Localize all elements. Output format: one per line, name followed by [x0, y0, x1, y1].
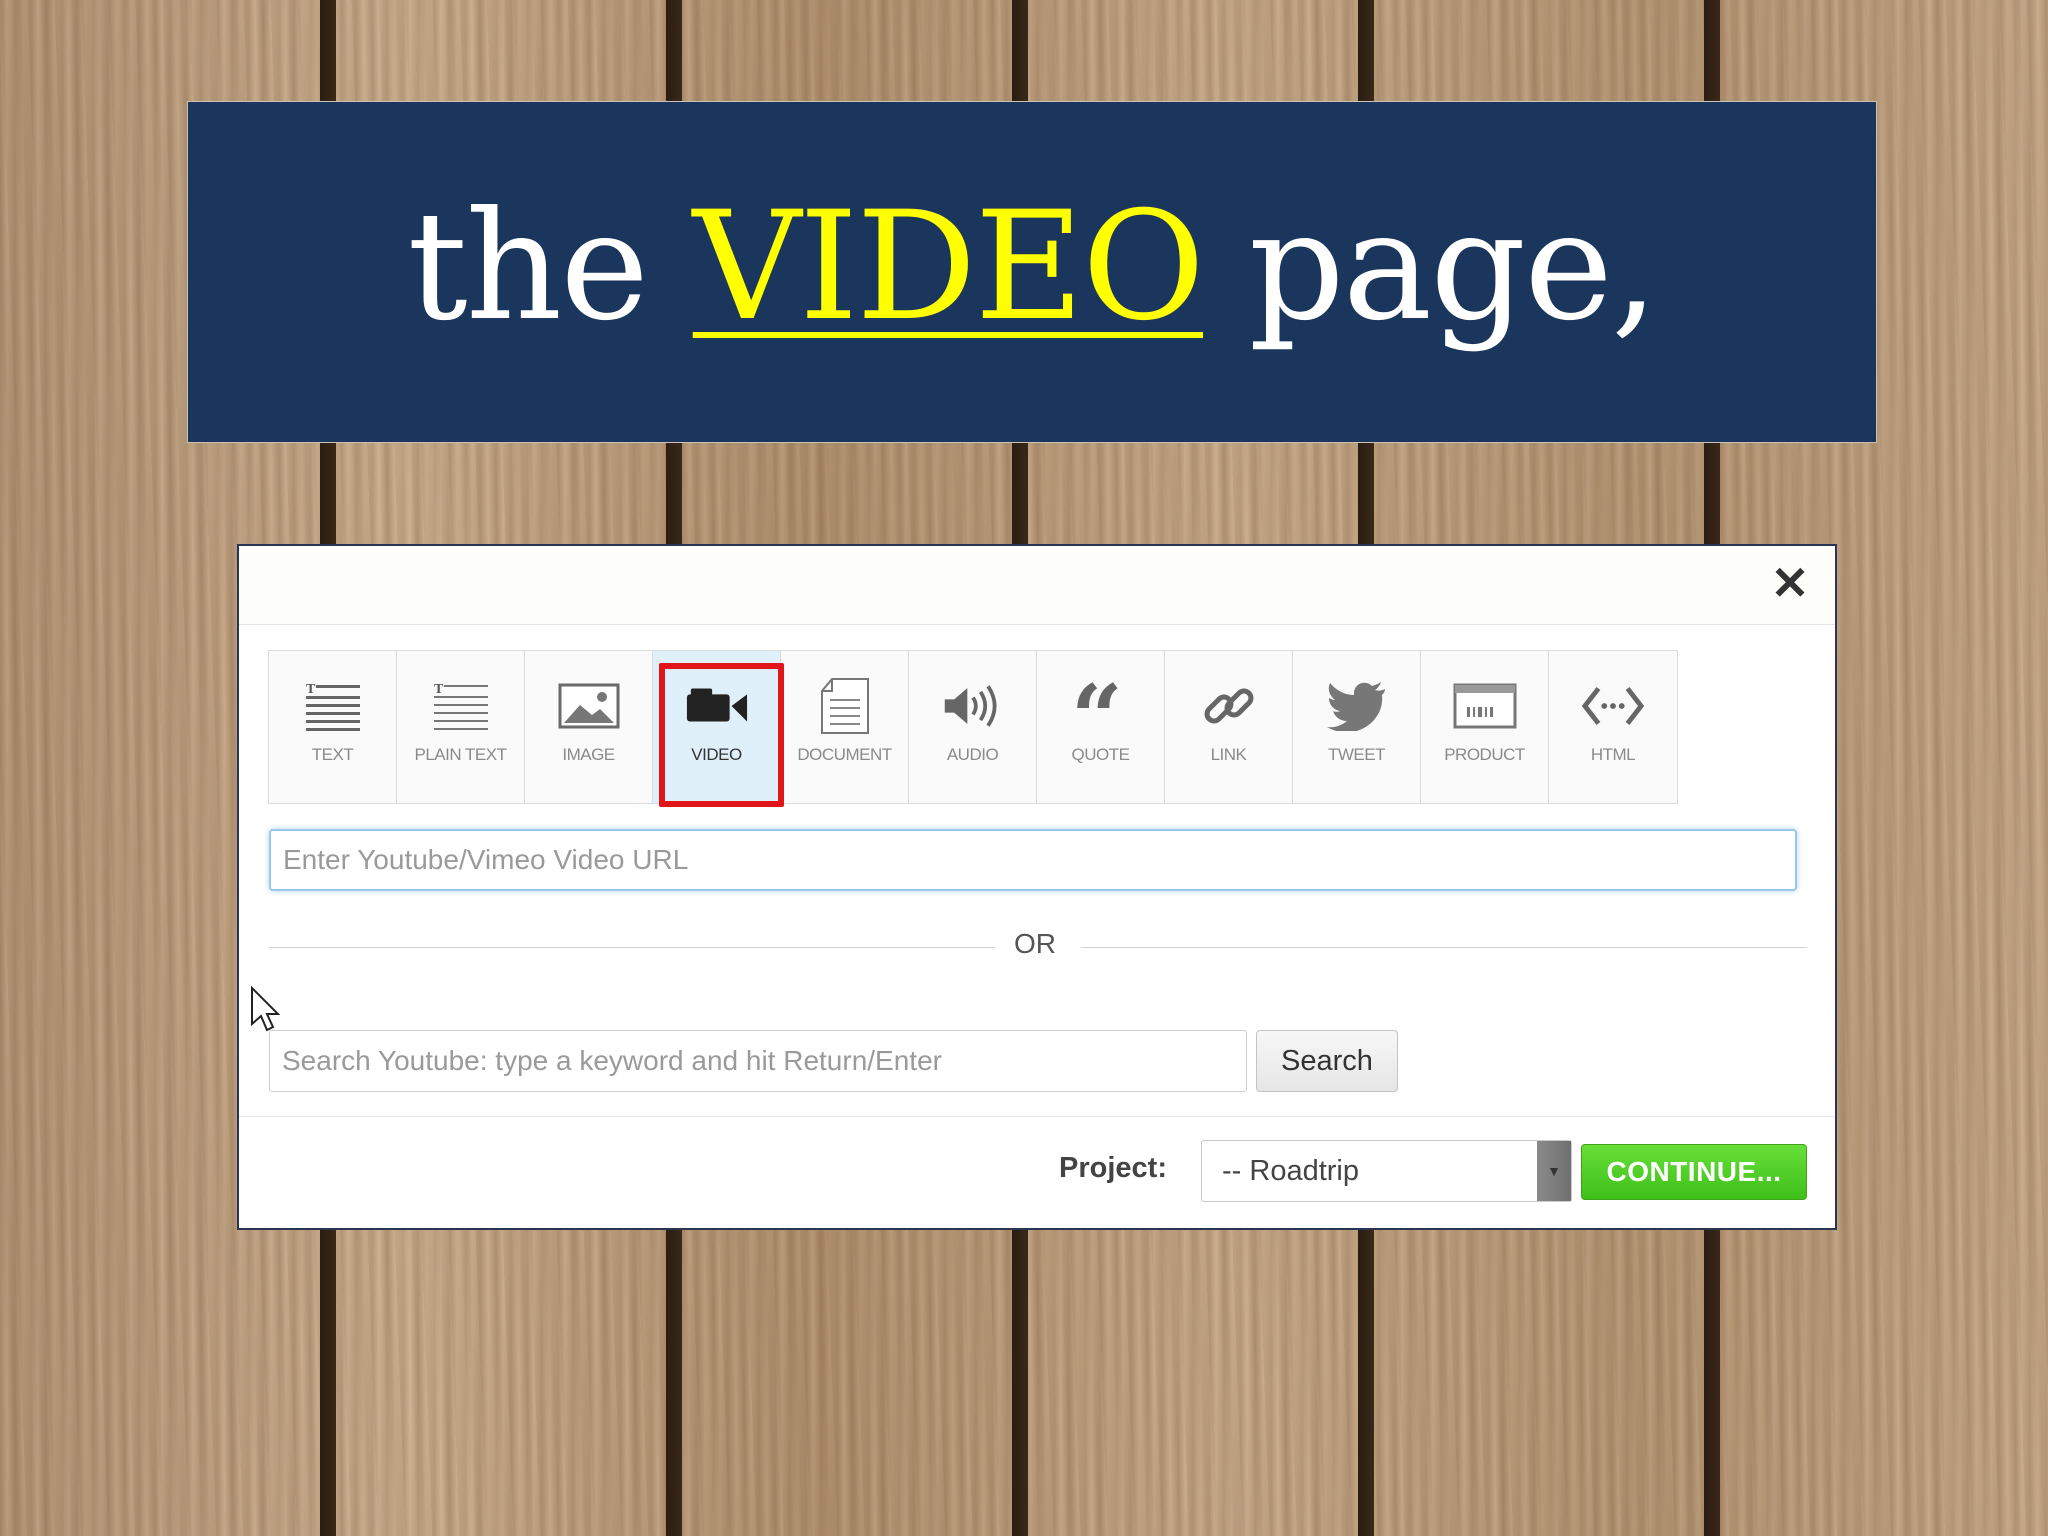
tool-image[interactable]: IMAGE	[525, 651, 653, 803]
speaker-icon	[941, 677, 1005, 735]
link-icon	[1197, 677, 1261, 735]
tool-plain-text[interactable]: T PLAIN TEXT	[397, 651, 525, 803]
tool-label: QUOTE	[1071, 745, 1130, 764]
divider-line-left	[269, 947, 995, 948]
video-url-input[interactable]	[269, 829, 1797, 891]
tool-label: TWEET	[1328, 745, 1386, 764]
tool-label: HTML	[1590, 745, 1636, 764]
footer-divider	[239, 1116, 1835, 1117]
or-divider: OR	[269, 926, 1807, 966]
image-icon	[557, 677, 621, 735]
title-word-after: page,	[1248, 180, 1659, 354]
tool-label: IMAGE	[562, 745, 615, 764]
svg-text:T: T	[306, 682, 316, 697]
banner-title: the VIDEO page,	[407, 180, 1659, 354]
close-icon[interactable]: ✕	[1765, 558, 1815, 608]
tool-label: TEXT	[311, 745, 354, 764]
youtube-search-input[interactable]	[269, 1030, 1247, 1092]
twitter-bird-icon	[1325, 677, 1389, 735]
quote-icon: “	[1069, 677, 1133, 735]
divider-line-right	[1081, 947, 1807, 948]
svg-text:T: T	[434, 682, 444, 697]
dialog-header: ✕	[239, 546, 1835, 625]
mouse-pointer-icon	[251, 986, 280, 1032]
add-post-dialog: ✕ T TEXT T PLAIN TEXT IMAGE VIDEO DOCUME…	[237, 544, 1837, 1230]
document-icon	[813, 677, 877, 735]
chevron-down-icon[interactable]: ▼	[1537, 1141, 1571, 1201]
product-icon	[1453, 677, 1517, 735]
tool-label: PLAIN TEXT	[414, 745, 508, 764]
tool-label: LINK	[1210, 745, 1247, 764]
search-button[interactable]: Search	[1256, 1030, 1398, 1092]
title-highlight: VIDEO	[692, 180, 1205, 354]
svg-text:“: “	[1071, 681, 1123, 731]
title-banner: the VIDEO page,	[187, 101, 1877, 443]
project-label: Project:	[1059, 1152, 1167, 1184]
tool-link[interactable]: LINK	[1165, 651, 1293, 803]
text-lines-icon: T	[301, 677, 365, 735]
or-label: OR	[1014, 928, 1056, 959]
tool-label: DOCUMENT	[797, 745, 892, 764]
video-camera-icon	[685, 677, 749, 735]
tool-video[interactable]: VIDEO	[653, 651, 784, 807]
tool-label: PRODUCT	[1444, 745, 1525, 764]
tool-product[interactable]: PRODUCT	[1421, 651, 1549, 803]
tool-text[interactable]: T TEXT	[269, 651, 397, 803]
project-select[interactable]: -- Roadtrip ▼	[1201, 1140, 1572, 1202]
tool-document[interactable]: DOCUMENT	[781, 651, 909, 803]
post-type-toolbar: T TEXT T PLAIN TEXT IMAGE VIDEO DOCUMENT…	[268, 650, 1678, 807]
plain-text-icon: T	[429, 677, 493, 735]
tool-label: VIDEO	[691, 745, 742, 764]
tool-label: AUDIO	[946, 745, 999, 764]
title-word-before: the	[407, 180, 649, 354]
tool-html[interactable]: HTML	[1549, 651, 1677, 803]
tool-tweet[interactable]: TWEET	[1293, 651, 1421, 803]
tool-audio[interactable]: AUDIO	[909, 651, 1037, 803]
code-icon	[1581, 677, 1645, 735]
project-select-value: -- Roadtrip	[1222, 1155, 1359, 1187]
tool-quote[interactable]: “ QUOTE	[1037, 651, 1165, 803]
continue-button[interactable]: CONTINUE...	[1581, 1144, 1807, 1200]
